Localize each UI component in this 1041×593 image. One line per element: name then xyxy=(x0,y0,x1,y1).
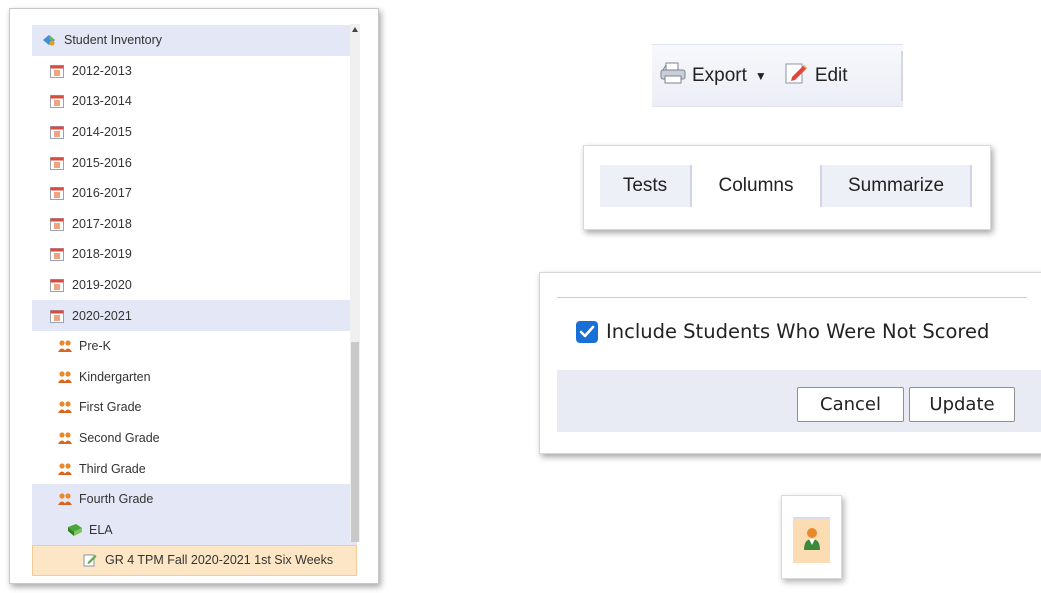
tree-item-grade[interactable]: Third Grade xyxy=(32,453,357,484)
tree-root-student-inventory[interactable]: Student Inventory xyxy=(32,25,357,56)
student-button[interactable] xyxy=(793,517,830,563)
calendar-icon xyxy=(50,156,64,170)
edit-label: Edit xyxy=(814,64,848,86)
tree-item-label: Third Grade xyxy=(79,461,146,476)
tree-item-label: 2013-2014 xyxy=(72,94,132,109)
book-icon xyxy=(67,523,82,537)
tree-item-year[interactable]: 2019-2020 xyxy=(32,270,357,301)
tree-item-grade[interactable]: First Grade xyxy=(32,392,357,423)
group-icon xyxy=(57,492,72,506)
tree-item-label: GR 4 TPM Fall 2020-2021 1st Six Weeks xyxy=(105,553,334,568)
printer-icon xyxy=(660,62,686,90)
tab-summarize[interactable]: Summarize xyxy=(820,165,972,207)
group-icon xyxy=(57,339,72,353)
tree-item-subject[interactable]: ELA xyxy=(32,514,357,546)
tree-item-label: Fourth Grade xyxy=(79,492,154,507)
include-unscored-option[interactable]: Include Students Who Were Not Scored xyxy=(576,320,989,343)
tree-item-label: 2020-2021 xyxy=(72,308,132,323)
toolbar-separator xyxy=(901,51,903,101)
tree-item-label: 2014-2015 xyxy=(72,125,132,140)
tree-item-label: ELA xyxy=(89,522,113,537)
calendar-icon xyxy=(50,64,64,78)
scroll-up-arrow-icon[interactable] xyxy=(350,24,360,34)
edit-pencil-icon xyxy=(785,61,809,91)
tree-item-label: 2017-2018 xyxy=(72,216,132,231)
calendar-icon xyxy=(50,217,64,231)
edit-document-icon xyxy=(83,553,97,567)
tree-item-label: 2016-2017 xyxy=(72,186,132,201)
update-button[interactable]: Update xyxy=(909,387,1015,422)
dialog-footer: Cancel Update xyxy=(557,370,1041,432)
export-button[interactable]: Export ▼ xyxy=(660,62,767,90)
dialog-divider xyxy=(557,297,1027,298)
tree-item-year[interactable]: 2013-2014 xyxy=(32,86,357,117)
include-unscored-checkbox[interactable] xyxy=(576,320,598,343)
tree-item-label: Kindergarten xyxy=(79,369,151,384)
tree-list: Student Inventory 2012-2013 2013-2014 20… xyxy=(32,25,357,576)
inventory-icon xyxy=(42,33,56,47)
tree-scrollbar[interactable] xyxy=(350,24,360,542)
calendar-icon xyxy=(50,247,64,262)
tree-item-grade-selected[interactable]: Fourth Grade xyxy=(32,483,357,515)
calendar-icon xyxy=(50,186,64,201)
tree-item-year[interactable]: 2012-2013 xyxy=(32,56,357,87)
group-icon xyxy=(57,431,72,445)
tree-item-year[interactable]: 2015-2016 xyxy=(32,147,357,178)
tree-item-year[interactable]: 2018-2019 xyxy=(32,239,357,270)
include-unscored-label: Include Students Who Were Not Scored xyxy=(606,320,990,343)
tree-item-test-active[interactable]: GR 4 TPM Fall 2020-2021 1st Six Weeks xyxy=(32,545,357,576)
calendar-icon xyxy=(50,309,64,323)
tree-item-label: First Grade xyxy=(79,400,142,415)
tree-item-label: 2018-2019 xyxy=(72,247,132,262)
calendar-icon xyxy=(50,278,64,293)
options-dialog: Include Students Who Were Not Scored Can… xyxy=(539,272,1041,454)
tree-item-grade[interactable]: Kindergarten xyxy=(32,362,357,393)
calendar-icon xyxy=(50,94,64,109)
checkmark-icon xyxy=(579,325,595,337)
tab-strip: Tests Columns Summarize xyxy=(583,145,991,230)
edit-button[interactable]: Edit xyxy=(785,61,848,91)
tree-item-year[interactable]: 2017-2018 xyxy=(32,209,357,240)
tree-item-year[interactable]: 2014-2015 xyxy=(32,117,357,148)
report-toolbar: Export ▼ Edit xyxy=(652,44,903,107)
group-icon xyxy=(57,370,72,384)
cancel-button[interactable]: Cancel xyxy=(797,387,904,422)
scroll-thumb[interactable] xyxy=(351,342,359,542)
tree-item-label: Pre-K xyxy=(79,339,111,354)
group-icon xyxy=(57,462,72,476)
tree-item-grade[interactable]: Pre-K xyxy=(32,331,357,362)
person-icon xyxy=(803,527,821,556)
tree-item-label: Second Grade xyxy=(79,431,160,446)
caret-down-icon: ▼ xyxy=(754,68,767,83)
tab-columns[interactable]: Columns xyxy=(694,165,818,207)
export-label: Export xyxy=(692,64,747,86)
tree-item-grade[interactable]: Second Grade xyxy=(32,423,357,454)
tree-item-label: 2019-2020 xyxy=(72,278,132,293)
tree-item-label: 2012-2013 xyxy=(72,63,132,78)
group-icon xyxy=(57,400,72,414)
tab-tests[interactable]: Tests xyxy=(600,165,692,207)
tree-item-year[interactable]: 2016-2017 xyxy=(32,178,357,209)
tree-item-label: 2015-2016 xyxy=(72,155,132,170)
student-inventory-tree-panel: Student Inventory 2012-2013 2013-2014 20… xyxy=(9,8,379,584)
calendar-icon xyxy=(50,125,64,140)
tree-item-year-selected[interactable]: 2020-2021 xyxy=(32,300,357,331)
tree-root-label: Student Inventory xyxy=(64,33,162,48)
student-icon-panel xyxy=(781,495,842,579)
